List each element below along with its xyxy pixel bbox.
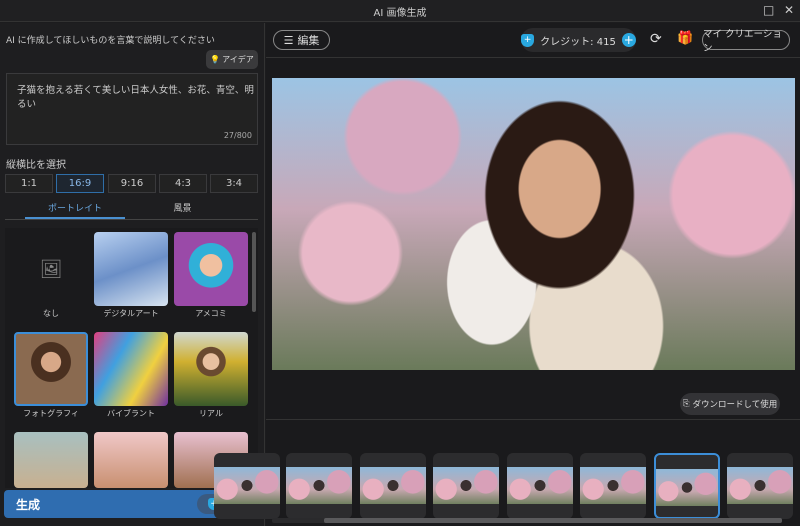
style-label: リアル	[199, 409, 223, 418]
gift-icon[interactable]: 🎁	[677, 31, 693, 46]
idea-button[interactable]: 💡 アイデア	[206, 50, 258, 69]
download-file-icon: ⎘	[682, 399, 690, 409]
maximize-icon[interactable]: □	[763, 3, 774, 17]
style-none[interactable]: 🖼	[14, 232, 88, 306]
aspect-16-9[interactable]: 16:9	[56, 174, 104, 193]
idea-button-label: アイデア	[222, 55, 254, 64]
style-label: デジタルアート	[103, 309, 159, 318]
my-creations-button[interactable]: マイ クリエーション	[702, 29, 790, 54]
style-item[interactable]	[94, 432, 168, 488]
aspect-4-3[interactable]: 4:3	[159, 174, 207, 193]
window-title: AI 画像生成	[373, 8, 427, 19]
thumbnail[interactable]	[507, 453, 573, 519]
thumbnail[interactable]	[727, 453, 793, 519]
thumbnail[interactable]	[214, 453, 280, 519]
left-panel: AI に作成してほしいものを言葉で説明してください 💡 アイデア 子猫を抱える若く…	[0, 23, 265, 526]
style-grid-scrollbar[interactable]	[252, 232, 256, 312]
thumbnail-scrollbar-track[interactable]	[272, 518, 782, 523]
aspect-3-4[interactable]: 3:4	[210, 174, 258, 193]
tab-divider	[5, 219, 258, 220]
main-panel: ☰ 編集 + クレジット: 415 + ⟳ 🎁 マイ クリエーション ⎘ ダウンロー…	[214, 23, 800, 526]
generate-label: 生成	[16, 498, 41, 512]
credits-label: クレジット: 415	[540, 36, 616, 48]
toolbar-divider	[266, 57, 800, 58]
prompt-input[interactable]: 子猫を抱える若くて美しい日本人女性、お花、青空、明るい 27/800	[6, 73, 258, 145]
download-button[interactable]: ⎘ ダウンロードして使用	[680, 393, 780, 415]
image-icon: 🖼	[39, 258, 63, 280]
add-credits-icon[interactable]: +	[621, 33, 636, 47]
credits-display: + クレジット: 415 +	[521, 28, 636, 52]
thumbnail-selected[interactable]	[654, 453, 720, 519]
style-photography[interactable]	[14, 332, 88, 406]
active-tab-indicator	[25, 217, 125, 219]
prompt-text: 子猫を抱える若くて美しい日本人女性、お花、青空、明るい	[17, 85, 254, 110]
style-item[interactable]	[14, 432, 88, 488]
thumbnail[interactable]	[433, 453, 499, 519]
tab-landscape[interactable]: 風景	[125, 201, 240, 214]
edit-label: 編集	[297, 34, 320, 47]
download-label: ダウンロードして使用	[692, 400, 778, 410]
tab-portrait[interactable]: ポートレイト	[25, 201, 125, 214]
style-digital-art[interactable]	[94, 232, 168, 306]
credit-shield-icon: +	[521, 33, 535, 47]
thumbnail[interactable]	[360, 453, 426, 519]
style-vibrant[interactable]	[94, 332, 168, 406]
aspect-9-16[interactable]: 9:16	[108, 174, 156, 193]
lightbulb-icon: 💡	[210, 55, 221, 64]
title-bar: AI 画像生成 □ ✕	[0, 0, 800, 22]
style-comic[interactable]	[174, 232, 248, 306]
style-label: なし	[43, 309, 59, 318]
style-realistic[interactable]	[174, 332, 248, 406]
style-grid: 🖼 なし デジタルアート アメコミ フォトグラフィ バイブラント リアル	[5, 228, 258, 488]
refresh-icon[interactable]: ⟳	[650, 31, 662, 47]
aspect-1-1[interactable]: 1:1	[5, 174, 53, 193]
style-label: バイブラント	[107, 409, 155, 418]
prompt-label: AI に作成してほしいものを言葉で説明してください	[6, 36, 215, 46]
aspect-label: 縦横比を選択	[6, 160, 66, 171]
edit-button[interactable]: ☰ 編集	[273, 30, 330, 50]
close-icon[interactable]: ✕	[784, 3, 794, 17]
thumbnail-scrollbar-thumb[interactable]	[324, 518, 782, 523]
style-label: フォトグラフィ	[23, 409, 79, 418]
sliders-icon: ☰	[283, 33, 294, 47]
strip-divider	[266, 419, 800, 420]
thumbnail[interactable]	[286, 453, 352, 519]
thumbnail[interactable]	[580, 453, 646, 519]
style-label: アメコミ	[195, 309, 227, 318]
char-count: 27/800	[223, 131, 252, 140]
generated-image[interactable]	[272, 78, 795, 370]
